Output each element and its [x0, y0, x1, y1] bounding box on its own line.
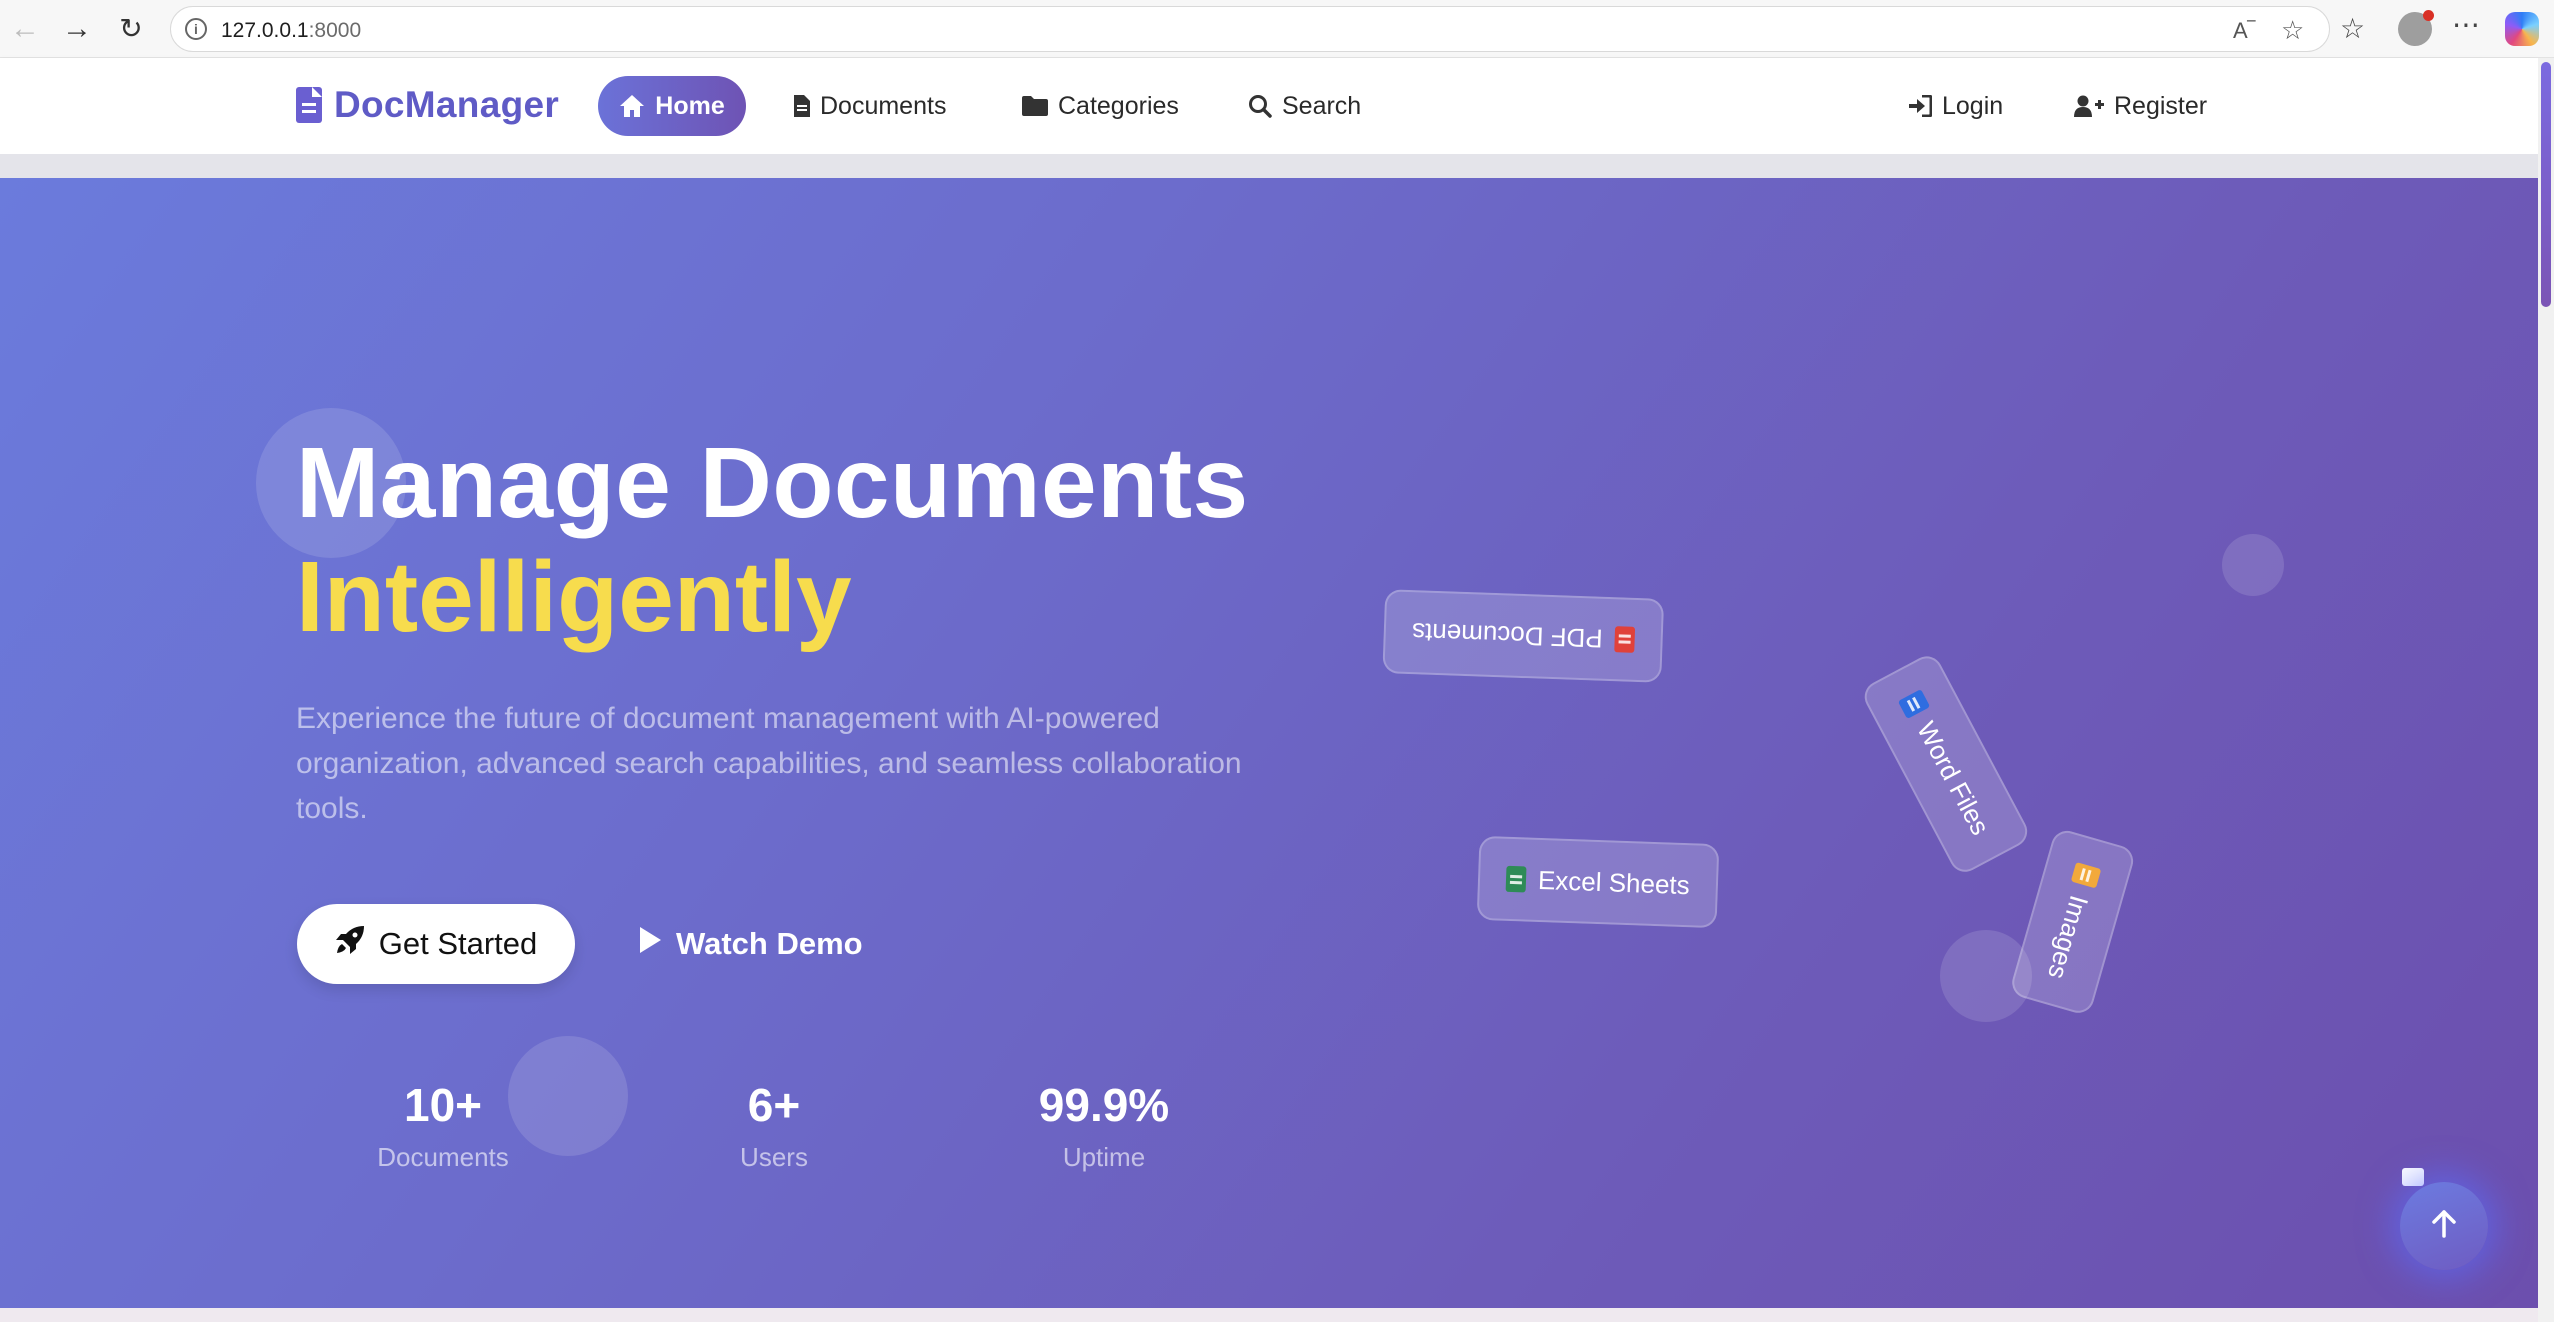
file-excel-icon	[1505, 865, 1527, 893]
search-icon	[1248, 94, 1272, 118]
floating-card-label: Images	[2042, 892, 2095, 983]
site-header: DocManager Home Documents Categories Sea…	[0, 58, 2538, 154]
floating-card-label: Excel Sheets	[1537, 864, 1691, 900]
header-divider	[0, 154, 2538, 178]
nav-categories[interactable]: Categories	[1022, 76, 1179, 136]
nav-login-label: Login	[1942, 91, 2004, 120]
play-icon	[638, 926, 662, 962]
hero-title: Manage Documents	[296, 427, 1249, 539]
stat-documents: 10+ Documents	[313, 1078, 573, 1173]
get-started-button[interactable]: Get Started	[297, 904, 575, 984]
site-info-icon[interactable]: i	[185, 18, 207, 40]
page-scrollbar-thumb[interactable]	[2541, 62, 2551, 307]
nav-documents-label: Documents	[820, 91, 947, 120]
get-started-label: Get Started	[378, 926, 538, 961]
floating-card-label: Word Files	[1911, 716, 1997, 840]
watch-demo-button[interactable]: Watch Demo	[638, 904, 863, 984]
stat-value: 6+	[747, 1079, 801, 1131]
file-icon	[794, 95, 810, 117]
nav-categories-label: Categories	[1058, 91, 1179, 120]
favorites-icon[interactable]: ☆	[2340, 12, 2365, 45]
home-icon	[619, 94, 645, 118]
nav-login[interactable]: Login	[1908, 76, 2003, 136]
forward-icon[interactable]: →	[60, 12, 94, 46]
sign-in-icon	[1908, 95, 1932, 117]
reload-icon[interactable]: ↻	[114, 12, 148, 46]
floating-card-images: Images	[2008, 827, 2137, 1017]
watch-demo-label: Watch Demo	[676, 926, 863, 961]
floating-card-pdf: PDF Documents	[1382, 589, 1665, 683]
scroll-to-top-button[interactable]	[2400, 1182, 2488, 1270]
copilot-icon[interactable]	[2505, 12, 2539, 46]
stat-uptime: 99.9% Uptime	[974, 1078, 1234, 1173]
rocket-icon	[335, 925, 365, 963]
address-url: 127.0.0.1:8000	[221, 19, 362, 42]
folder-icon	[1022, 96, 1048, 116]
user-plus-icon	[2074, 95, 2104, 117]
decor-bubble	[2222, 534, 2284, 596]
stat-label: Documents	[377, 1142, 509, 1172]
nav-search-label: Search	[1282, 91, 1362, 120]
arrow-up-icon	[2431, 1205, 2457, 1247]
hero-subtitle: Experience the future of document manage…	[296, 702, 1242, 825]
floating-card-label: PDF Documents	[1411, 617, 1604, 655]
brand-name: DocManager	[334, 84, 560, 125]
stat-value: 10+	[403, 1079, 483, 1131]
address-bar[interactable]: i 127.0.0.1:8000 A‾ ☆	[170, 6, 2330, 52]
nav-register[interactable]: Register	[2074, 76, 2207, 136]
nav-home-label: Home	[655, 91, 725, 120]
more-menu-icon[interactable]: ⋯	[2452, 8, 2480, 41]
nav-documents[interactable]: Documents	[794, 76, 946, 136]
file-image-icon	[2070, 862, 2102, 889]
profile-avatar[interactable]	[2398, 10, 2434, 46]
brand-logo[interactable]: DocManager	[296, 84, 559, 126]
chat-flag-icon	[2402, 1168, 2424, 1186]
stat-label: Users	[740, 1142, 808, 1172]
file-pdf-icon	[1614, 626, 1636, 653]
nav-search[interactable]: Search	[1248, 76, 1361, 136]
read-aloud-icon[interactable]: A‾	[2233, 18, 2255, 44]
back-icon[interactable]: ←	[8, 12, 42, 46]
page-bottom-edge	[0, 1308, 2554, 1322]
hero-title-highlight: Intelligently	[296, 541, 852, 653]
floating-card-excel: Excel Sheets	[1476, 835, 1720, 929]
document-icon	[296, 87, 322, 123]
stat-value: 99.9%	[1038, 1079, 1170, 1131]
nav-register-label: Register	[2114, 91, 2208, 120]
browser-toolbar: ← → ↻ i 127.0.0.1:8000 A‾ ☆ ☆ ⋯	[0, 0, 2554, 58]
floating-card-word: Word Files	[1859, 650, 2033, 878]
nav-home[interactable]: Home	[598, 76, 746, 136]
stat-label: Uptime	[1062, 1142, 1146, 1172]
file-word-icon	[1897, 689, 1931, 719]
stat-users: 6+ Users	[644, 1078, 904, 1173]
hero-section: Manage Documents Intelligently Experienc…	[0, 178, 2538, 1308]
favorite-star-icon[interactable]: ☆	[2281, 15, 2304, 46]
